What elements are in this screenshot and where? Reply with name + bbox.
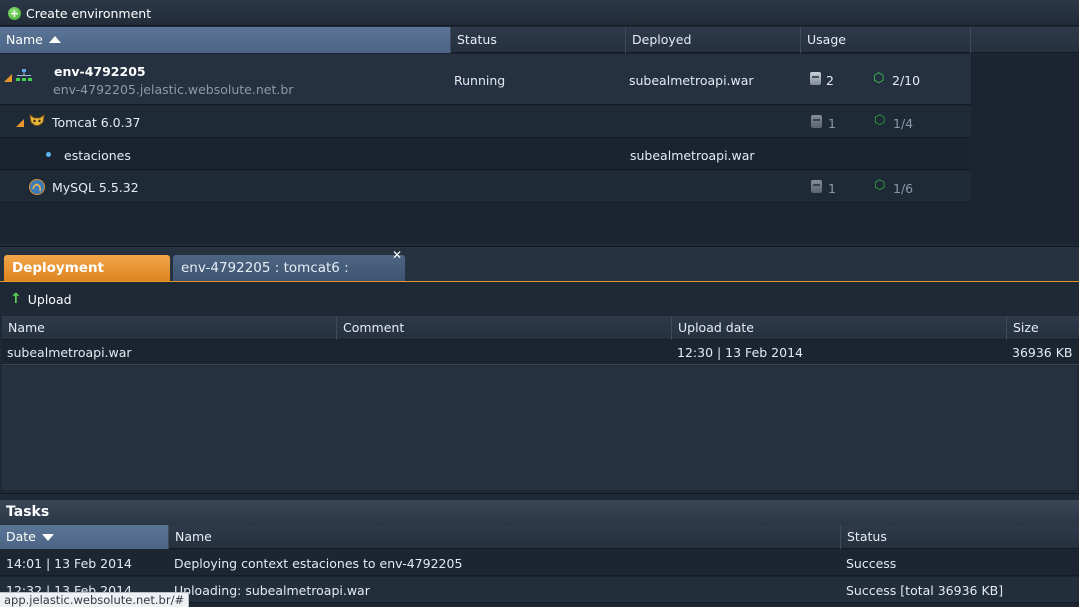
column-header-deployed[interactable]: Deployed: [626, 27, 801, 53]
tasks-table-header: Date Name Status: [0, 525, 1079, 549]
cloudlet-usage: 1/6: [893, 181, 914, 196]
cloudlet-usage: 1/4: [893, 116, 914, 131]
deployment-manager-panel: ↑ Upload Name Comment Upload date Size s…: [0, 282, 1079, 494]
context-row-estaciones[interactable]: estaciones subealmetroapi.war: [0, 139, 971, 170]
tasks-title: Tasks: [0, 500, 1079, 525]
task-name: Deploying context estaciones to env-4792…: [174, 556, 463, 571]
plus-circle-icon: +: [8, 6, 21, 20]
usage-count: 1: [828, 116, 836, 131]
column-header-upload-date[interactable]: Upload date: [672, 316, 1007, 340]
close-icon[interactable]: ✕: [392, 248, 402, 262]
column-header-name[interactable]: Name: [169, 525, 841, 549]
cloudlet-usage: 2/10: [892, 73, 921, 88]
server-icon: [811, 115, 822, 128]
tab-environment-actions[interactable]: env-4792205 : tomcat6 : actions ✕: [173, 248, 405, 302]
usage-count: 2: [826, 73, 834, 88]
column-header-comment[interactable]: Comment: [337, 316, 672, 340]
task-date: 14:01 | 13 Feb 2014: [6, 556, 132, 571]
server-icon: [810, 72, 821, 85]
tomcat-icon: [29, 114, 45, 126]
node-name: Tomcat 6.0.37: [52, 115, 141, 130]
context-deployed: subealmetroapi.war: [630, 148, 755, 163]
cloudlet-icon: ⬡: [874, 178, 886, 193]
column-header-name[interactable]: Name: [2, 316, 337, 340]
bottom-panel-tabbar: Deployment manager env-4792205 : tomcat6…: [0, 246, 1079, 302]
table-row[interactable]: 14:01 | 13 Feb 2014 Deploying context es…: [0, 550, 1079, 576]
task-status: Success [total 36936 KB]: [846, 583, 1004, 598]
node-row-tomcat[interactable]: Tomcat 6.0.37 1 ⬡ 1/4: [0, 106, 971, 138]
context-name: estaciones: [64, 148, 131, 163]
sort-ascending-icon: [48, 36, 61, 43]
cloudlet-icon: ⬡: [873, 71, 885, 86]
environment-topology-icon: [16, 69, 32, 81]
environment-status: Running: [454, 73, 506, 88]
package-upload-date: 12:30 | 13 Feb 2014: [677, 345, 803, 360]
column-header-size[interactable]: Size: [1007, 316, 1079, 340]
environment-grid: Name Status Deployed Usage env-4792205 e…: [0, 27, 1079, 244]
column-header-status[interactable]: Status: [841, 525, 1079, 549]
tab-deployment-manager[interactable]: Deployment manager: [4, 255, 170, 302]
package-size: 36936 KB: [1012, 345, 1073, 360]
node-row-mysql[interactable]: MySQL 5.5.32 1 ⬡ 1/6: [0, 171, 971, 203]
package-name: subealmetroapi.war: [7, 345, 132, 360]
browser-status-url: app.jelastic.websolute.net.br/#: [0, 592, 190, 607]
upload-button[interactable]: ↑ Upload: [10, 290, 72, 308]
create-environment-label: Create environment: [26, 5, 152, 21]
top-toolbar: + Create environment: [0, 0, 1079, 26]
column-header-status[interactable]: Status: [451, 27, 626, 53]
environment-domain-link[interactable]: env-4792205.jelastic.websolute.net.br: [53, 82, 293, 97]
column-header-usage[interactable]: Usage: [801, 27, 971, 53]
server-icon: [811, 180, 822, 193]
cloudlet-icon: ⬡: [874, 113, 886, 128]
sort-descending-icon: [41, 534, 54, 541]
task-status: Success: [846, 556, 897, 571]
upload-label: Upload: [27, 291, 72, 307]
environment-row[interactable]: env-4792205 env-4792205.jelastic.websolu…: [0, 54, 971, 105]
upload-arrow-icon: ↑: [10, 291, 22, 307]
task-name: Uploading: subealmetroapi.war: [174, 583, 370, 598]
environment-name[interactable]: env-4792205: [54, 64, 146, 79]
deployment-table-header: Name Comment Upload date Size: [2, 316, 1079, 340]
create-environment-button[interactable]: + Create environment: [8, 4, 151, 22]
environment-deployed: subealmetroapi.war: [629, 73, 754, 88]
collapse-arrow-icon[interactable]: [16, 119, 24, 127]
context-bullet-icon: [46, 152, 51, 157]
environment-grid-header: Name Status Deployed Usage: [0, 27, 1079, 53]
tasks-panel: Tasks Date Name Status 14:01 | 13 Feb 20…: [0, 500, 1079, 607]
column-header-date[interactable]: Date: [0, 525, 169, 549]
table-empty-area: [2, 366, 1077, 490]
column-header-name[interactable]: Name: [0, 27, 451, 53]
table-row[interactable]: subealmetroapi.war 12:30 | 13 Feb 2014 3…: [2, 340, 1079, 365]
mysql-icon: [29, 179, 45, 195]
node-name: MySQL 5.5.32: [52, 180, 139, 195]
usage-count: 1: [828, 181, 836, 196]
collapse-arrow-icon[interactable]: [4, 74, 12, 82]
